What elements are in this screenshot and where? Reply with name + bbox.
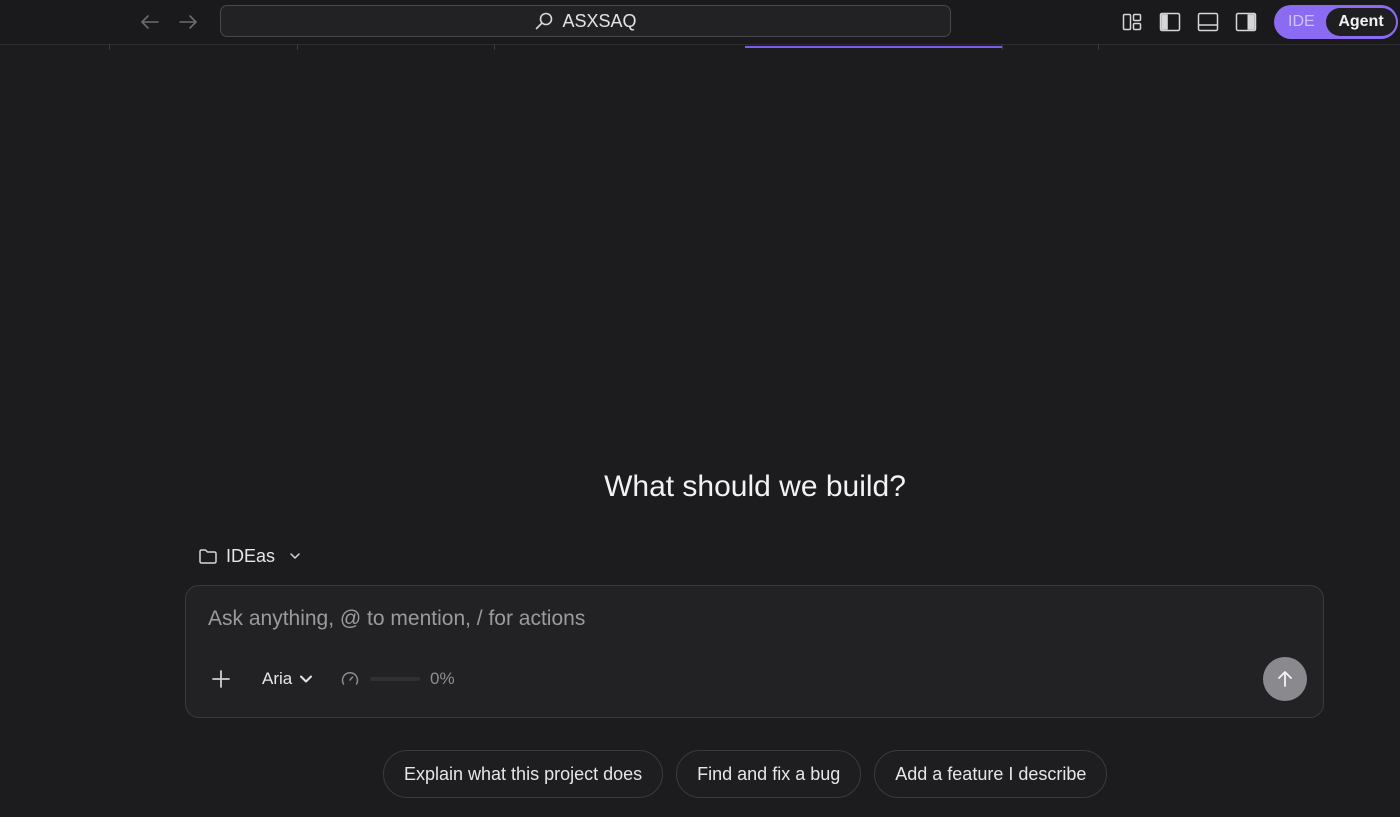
plus-icon xyxy=(212,670,230,688)
layout-grid-icon xyxy=(1122,13,1142,31)
toggle-secondary-sidebar-button[interactable] xyxy=(1234,10,1258,34)
mode-ide-option[interactable]: IDE xyxy=(1288,5,1315,39)
workspace-folder-selector[interactable]: IDEas xyxy=(198,543,303,569)
arrow-up-icon xyxy=(1278,671,1292,687)
gauge-icon xyxy=(341,672,359,685)
folder-label: IDEas xyxy=(226,545,276,566)
tab-divider xyxy=(494,44,495,50)
panel-bottom-icon xyxy=(1197,12,1219,32)
search-text: ASXSAQ xyxy=(562,10,637,31)
send-button[interactable] xyxy=(1263,657,1307,701)
usage-bar xyxy=(370,677,420,681)
tab-divider xyxy=(1002,44,1003,50)
tab-divider xyxy=(1098,44,1099,50)
search-icon xyxy=(536,12,553,30)
tab-divider xyxy=(109,44,110,50)
sidebar-left-icon xyxy=(1159,12,1181,32)
tab-divider xyxy=(297,44,298,50)
context-usage: 0% xyxy=(340,668,455,690)
chevron-down-icon xyxy=(300,675,313,683)
usage-percent: 0% xyxy=(430,669,455,688)
suggestion-chip[interactable]: Explain what this project does xyxy=(383,750,664,798)
arrow-right-icon xyxy=(179,15,197,29)
suggestion-chips: Explain what this project does Find and … xyxy=(383,750,1108,800)
chat-input[interactable] xyxy=(208,604,1208,634)
forward-button[interactable] xyxy=(176,10,200,34)
model-selector[interactable]: Aria xyxy=(262,668,314,690)
suggestion-chip[interactable]: Find and fix a bug xyxy=(676,750,862,798)
toggle-layout-button[interactable] xyxy=(1120,10,1144,34)
toggle-panel-button[interactable] xyxy=(1196,10,1220,34)
page-title: What should we build? xyxy=(604,470,906,503)
suggestion-chip[interactable]: Add a feature I describe xyxy=(874,750,1108,798)
folder-icon xyxy=(199,549,217,564)
chat-composer: Aria 0% xyxy=(185,585,1324,718)
add-context-button[interactable] xyxy=(210,668,232,690)
back-button[interactable] xyxy=(138,10,162,34)
toggle-primary-sidebar-button[interactable] xyxy=(1158,10,1182,34)
active-tab-indicator xyxy=(745,46,1002,48)
tab-strip xyxy=(0,44,1400,50)
chevron-down-icon xyxy=(290,553,300,559)
mode-toggle[interactable]: IDE Agent xyxy=(1274,5,1398,39)
command-search[interactable]: ASXSAQ xyxy=(220,5,951,37)
title-bar: ASXSAQ IDE Agent xyxy=(0,0,1400,45)
mode-agent-option[interactable]: Agent xyxy=(1326,8,1396,36)
model-name: Aria xyxy=(262,669,293,688)
arrow-left-icon xyxy=(141,15,159,29)
sidebar-right-icon xyxy=(1235,12,1257,32)
